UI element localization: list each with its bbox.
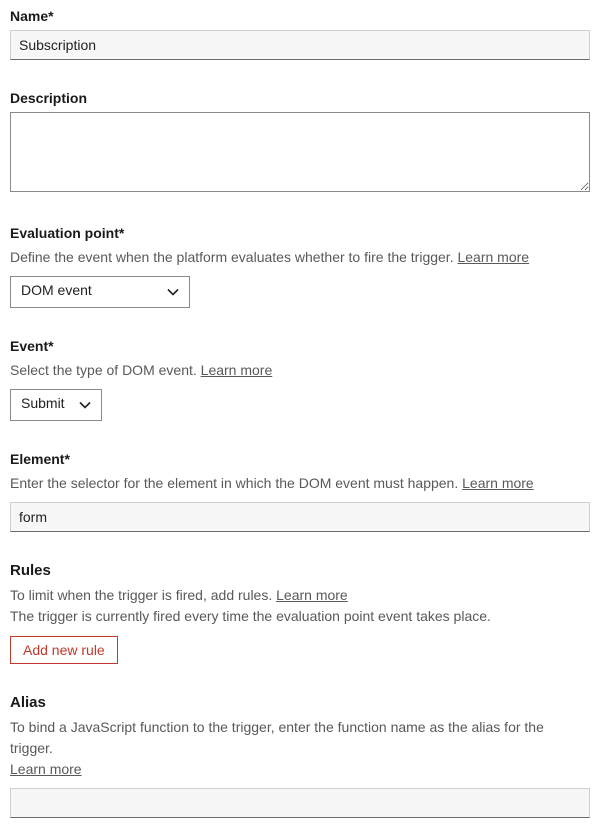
add-new-rule-button[interactable]: Add new rule (10, 636, 118, 664)
rules-helper-text: To limit when the trigger is fired, add … (10, 587, 276, 603)
element-learn-more[interactable]: Learn more (462, 475, 534, 491)
alias-helper: To bind a JavaScript function to the tri… (10, 717, 590, 780)
element-label: Element* (10, 451, 590, 467)
event-helper-text: Select the type of DOM event. (10, 362, 201, 378)
rules-helper: To limit when the trigger is fired, add … (10, 585, 590, 606)
evaluation-point-helper-text: Define the event when the platform evalu… (10, 249, 457, 265)
chevron-down-icon (167, 288, 179, 296)
rules-fired-note: The trigger is currently fired every tim… (10, 608, 590, 624)
event-select[interactable]: Submit (10, 389, 102, 421)
event-field: Event* Select the type of DOM event. Lea… (10, 338, 590, 421)
description-input[interactable] (10, 112, 590, 192)
element-input[interactable] (10, 502, 590, 532)
alias-learn-more[interactable]: Learn more (10, 761, 82, 777)
description-field: Description (10, 90, 590, 195)
name-label: Name* (10, 8, 590, 24)
event-value: Submit (21, 395, 65, 411)
description-label: Description (10, 90, 590, 106)
alias-helper-text: To bind a JavaScript function to the tri… (10, 719, 544, 756)
name-field: Name* (10, 8, 590, 60)
alias-label: Alias (10, 694, 590, 711)
event-helper: Select the type of DOM event. Learn more (10, 360, 590, 381)
element-helper-text: Enter the selector for the element in wh… (10, 475, 462, 491)
evaluation-point-learn-more[interactable]: Learn more (457, 249, 529, 265)
rules-field: Rules To limit when the trigger is fired… (10, 562, 590, 664)
element-helper: Enter the selector for the element in wh… (10, 473, 590, 494)
event-learn-more[interactable]: Learn more (201, 362, 273, 378)
evaluation-point-value: DOM event (21, 282, 92, 298)
element-field: Element* Enter the selector for the elem… (10, 451, 590, 532)
evaluation-point-field: Evaluation point* Define the event when … (10, 225, 590, 308)
rules-learn-more[interactable]: Learn more (276, 587, 348, 603)
evaluation-point-label: Evaluation point* (10, 225, 590, 241)
rules-label: Rules (10, 562, 590, 579)
alias-input[interactable] (10, 788, 590, 818)
chevron-down-icon (79, 401, 91, 409)
event-label: Event* (10, 338, 590, 354)
evaluation-point-helper: Define the event when the platform evalu… (10, 247, 590, 268)
name-input[interactable] (10, 30, 590, 60)
evaluation-point-select[interactable]: DOM event (10, 276, 190, 308)
alias-field: Alias To bind a JavaScript function to t… (10, 694, 590, 818)
